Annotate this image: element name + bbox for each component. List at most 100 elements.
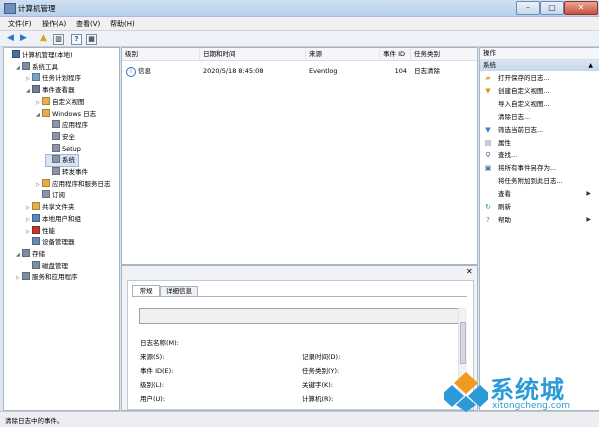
tab-details[interactable]: 详细信息 xyxy=(160,286,198,296)
actions-section-label: 系统 xyxy=(483,61,496,69)
action-item[interactable]: ▼ 筛选当前日志... xyxy=(480,124,599,136)
action-item[interactable]: ▤ 属性 xyxy=(480,137,599,149)
action-item[interactable]: ? 帮助 ▶ xyxy=(480,214,599,226)
field-keywords: 关键字(K): xyxy=(302,381,334,389)
tree-item[interactable]: 安全 xyxy=(46,131,75,143)
tree-item[interactable]: 设备管理器 xyxy=(26,237,75,248)
field-level: 级别(L): xyxy=(140,381,164,389)
tab-general[interactable]: 常规 xyxy=(132,285,160,296)
scrollbar-thumb[interactable] xyxy=(460,322,466,364)
field-logged-time: 记录时间(D): xyxy=(302,353,341,361)
event-category: 日志清除 xyxy=(414,67,440,75)
tree-item[interactable]: ◢ 事件查看器 xyxy=(26,85,75,96)
up-level-button[interactable]: ▲ xyxy=(38,33,49,44)
tree-item[interactable]: ▷ 共享文件夹 xyxy=(26,202,75,213)
tree-item-label: Windows 日志 xyxy=(52,109,97,118)
action-item-label: 筛选当前日志... xyxy=(498,125,544,134)
action-item-label: 查看 xyxy=(498,190,511,199)
maximize-button[interactable]: □ xyxy=(540,1,564,15)
close-button[interactable]: ✕ xyxy=(564,1,598,15)
minimize-button[interactable]: – xyxy=(516,1,540,15)
tree-item-label: 任务计划程序 xyxy=(42,74,81,83)
action-item[interactable]: 查看 ▶ xyxy=(480,188,599,200)
tree-item[interactable]: ▷ 应用程序和服务日志 xyxy=(36,178,111,190)
storage-icon xyxy=(22,248,30,257)
tree-item[interactable]: 计算机管理(本地) xyxy=(6,50,73,61)
console-tree-icon: ▥ xyxy=(55,35,62,43)
tree-item[interactable]: ▷ 性能 xyxy=(26,225,55,237)
tab-panel: 日志名称(M): 来源(S): 事件 ID(E): 级别(L): 用户(U): … xyxy=(132,296,467,407)
close-detail-button[interactable]: ✕ xyxy=(466,267,473,276)
shared-folder-icon xyxy=(32,202,40,211)
menu-bar: 文件(F) 操作(A) 查看(V) 帮助(H) xyxy=(0,17,599,31)
tree-item-label: 共享文件夹 xyxy=(42,203,75,212)
maximize-icon: □ xyxy=(548,3,556,12)
column-header-event-id[interactable]: 事件 ID xyxy=(380,48,411,60)
column-header-datetime[interactable]: 日期和时间 xyxy=(200,48,306,60)
menu-help[interactable]: 帮助(H) xyxy=(110,19,135,29)
actions-section-header[interactable]: 系统 ▲ xyxy=(480,60,599,71)
action-item[interactable]: 清除日志... xyxy=(480,111,599,123)
actions-pane: 操作 系统 ▲ ▰ 打开保存的日志... ▼ 创建自定义视图... 导入自定义视图...… xyxy=(479,47,599,411)
information-icon: i xyxy=(126,67,136,77)
table-row[interactable]: i 信息 2020/5/18 8:45:08 Eventlog 104 日志清除 xyxy=(122,66,477,77)
field-event-id: 事件 ID(E): xyxy=(140,367,174,375)
collapse-up-icon: ▲ xyxy=(588,62,593,69)
refresh-icon: ↻ xyxy=(485,203,491,211)
log-icon xyxy=(52,167,60,175)
tree-item[interactable]: 订阅 xyxy=(36,190,65,201)
tree-item[interactable]: 磁盘管理 xyxy=(26,260,68,272)
action-pane-button[interactable]: ▦ xyxy=(86,34,97,45)
tree-item-label: 本地用户和组 xyxy=(42,214,81,223)
field-source: 来源(S): xyxy=(140,353,165,361)
forward-button[interactable]: ▶ xyxy=(18,33,29,44)
action-item-label: 刷新 xyxy=(498,203,511,211)
column-header-source[interactable]: 来源 xyxy=(306,48,380,60)
tools-icon xyxy=(22,61,30,70)
submenu-arrow-icon: ▶ xyxy=(586,215,591,223)
back-button[interactable]: ◀ xyxy=(5,33,16,44)
tree-item[interactable]: ▷ 服务和应用程序 xyxy=(16,272,78,283)
tree-item-label: 转发事件 xyxy=(62,168,88,176)
menu-file[interactable]: 文件(F) xyxy=(8,19,32,29)
help-toolbar-button[interactable]: ? xyxy=(71,34,82,45)
action-pane-icon: ▦ xyxy=(88,35,95,43)
action-item-label: 帮助 xyxy=(498,215,511,224)
tree-item[interactable]: ▷ 本地用户和组 xyxy=(26,213,81,225)
watermark-brand: 系统城 xyxy=(490,376,565,404)
action-item-label: 属性 xyxy=(498,138,511,147)
event-description-box[interactable] xyxy=(139,308,459,324)
show-hide-tree-button[interactable]: ▥ xyxy=(53,34,64,45)
computer-icon xyxy=(12,50,20,58)
action-item[interactable]: 将任务附加到此日志... xyxy=(480,175,599,187)
watermark-logo-icon xyxy=(444,372,488,412)
tree-item[interactable]: ▷ 自定义视图 xyxy=(36,96,85,108)
tree-item[interactable]: ▷ 任务计划程序 xyxy=(26,73,81,84)
tree-item[interactable]: 系统 xyxy=(45,154,79,168)
action-item[interactable]: ▰ 打开保存的日志... xyxy=(480,72,599,84)
event-list-header: 级别 日期和时间 来源 事件 ID 任务类别 xyxy=(122,48,477,61)
action-item[interactable]: ▼ 创建自定义视图... xyxy=(480,85,599,97)
column-header-category[interactable]: 任务类别 xyxy=(411,48,477,60)
column-header-level[interactable]: 级别 xyxy=(122,48,200,60)
field-user: 用户(U): xyxy=(140,395,166,403)
title-bar: 计算机管理 – □ ✕ xyxy=(0,0,599,17)
action-item[interactable]: ⚲ 查找... xyxy=(480,149,599,161)
tree-item[interactable]: ◢ Windows 日志 xyxy=(36,108,97,120)
action-item[interactable]: ↻ 刷新 xyxy=(480,201,599,213)
tree-item[interactable]: 应用程序 xyxy=(46,120,88,131)
tree-item[interactable]: ◢ 系统工具 xyxy=(16,61,58,73)
event-source: Eventlog xyxy=(309,67,338,75)
tree-item-label: 安全 xyxy=(62,132,75,141)
actions-title: 操作 xyxy=(480,48,599,60)
action-item[interactable]: 导入自定义视图... xyxy=(480,98,599,110)
performance-icon xyxy=(32,225,40,234)
computer-management-icon xyxy=(4,3,16,14)
action-item[interactable]: ▣ 将所有事件另存为... xyxy=(480,162,599,174)
tree-item[interactable]: 转发事件 xyxy=(46,167,88,178)
tree-item[interactable]: ◢ 存储 xyxy=(16,248,45,260)
tree-item[interactable]: Setup xyxy=(46,143,81,155)
menu-view[interactable]: 查看(V) xyxy=(76,19,100,29)
menu-action[interactable]: 操作(A) xyxy=(42,19,66,29)
tree-item-label: 应用程序和服务日志 xyxy=(52,179,111,188)
